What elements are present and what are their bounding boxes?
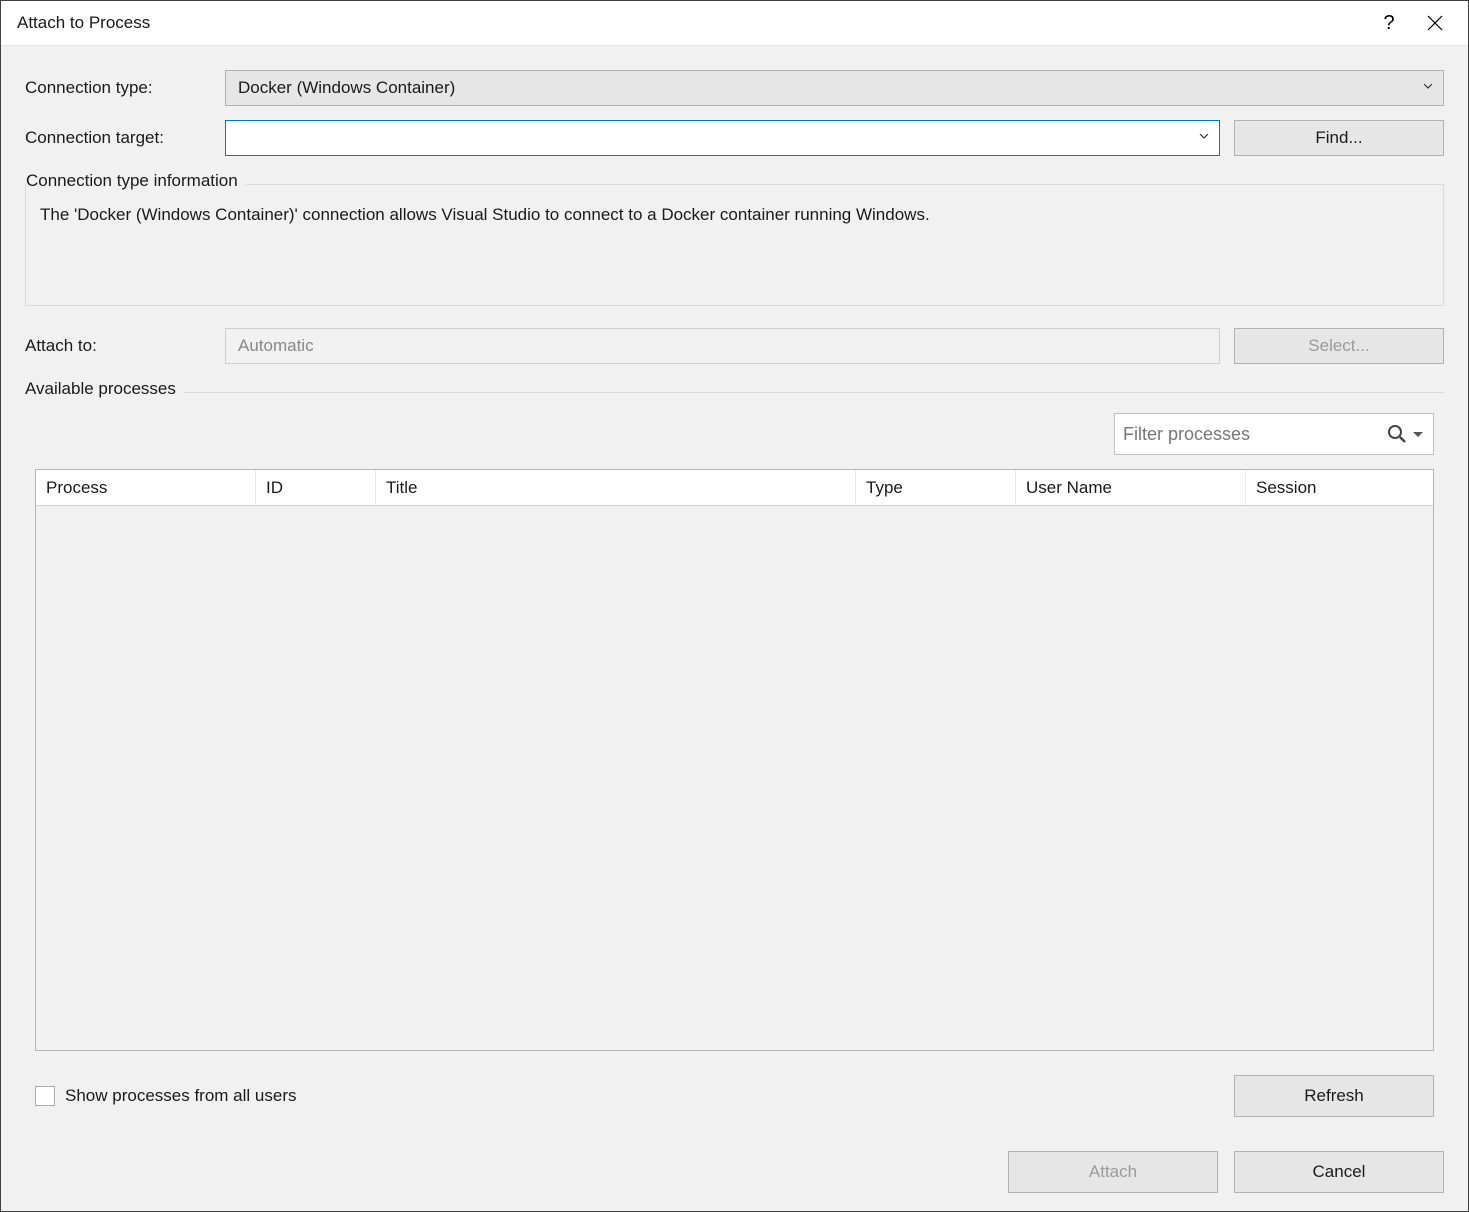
refresh-button[interactable]: Refresh	[1234, 1075, 1434, 1117]
attach-to-label: Attach to:	[25, 336, 225, 356]
column-title[interactable]: Title	[376, 470, 856, 505]
connection-type-row: Connection type: Docker (Windows Contain…	[25, 70, 1444, 106]
select-button: Select...	[1234, 328, 1444, 364]
show-all-users-checkbox-wrap[interactable]: Show processes from all users	[35, 1086, 296, 1106]
table-header: Process ID Title Type User Name Session	[36, 470, 1433, 506]
connection-target-input[interactable]	[225, 120, 1220, 156]
connection-type-info-text: The 'Docker (Windows Container)' connect…	[40, 197, 1429, 287]
connection-type-info-title: Connection type information	[26, 171, 246, 191]
close-button[interactable]	[1412, 5, 1458, 41]
chevron-down-icon	[1413, 432, 1423, 437]
cancel-button[interactable]: Cancel	[1234, 1151, 1444, 1193]
show-all-users-checkbox[interactable]	[35, 1086, 55, 1106]
column-process[interactable]: Process	[36, 470, 256, 505]
column-session[interactable]: Session	[1246, 470, 1433, 505]
column-user-name[interactable]: User Name	[1016, 470, 1246, 505]
column-id[interactable]: ID	[256, 470, 376, 505]
column-type[interactable]: Type	[856, 470, 1016, 505]
close-icon	[1427, 15, 1443, 31]
connection-type-select-wrap: Docker (Windows Container)	[225, 70, 1444, 106]
help-button[interactable]: ?	[1366, 5, 1412, 41]
attach-to-process-dialog: Attach to Process ? Connection type: Doc…	[0, 0, 1469, 1212]
show-all-users-label: Show processes from all users	[65, 1086, 296, 1106]
filter-box	[1114, 413, 1434, 455]
processes-table[interactable]: Process ID Title Type User Name Session	[35, 469, 1434, 1051]
footer-row: Attach Cancel	[25, 1151, 1444, 1193]
connection-target-row: Connection target: Find...	[25, 120, 1444, 156]
available-bottom-row: Show processes from all users Refresh	[25, 1075, 1444, 1127]
attach-button: Attach	[1008, 1151, 1218, 1193]
connection-type-info-group: Connection type information The 'Docker …	[25, 184, 1444, 306]
connection-target-label: Connection target:	[25, 128, 225, 148]
table-body	[36, 506, 1433, 1050]
connection-type-label: Connection type:	[25, 78, 225, 98]
filter-processes-input[interactable]	[1123, 424, 1385, 445]
available-processes-group: Available processes Process ID Title Typ…	[25, 392, 1444, 1127]
filter-row	[25, 413, 1444, 455]
connection-type-select[interactable]: Docker (Windows Container)	[225, 70, 1444, 106]
help-icon: ?	[1383, 12, 1394, 35]
window-title: Attach to Process	[17, 13, 1366, 33]
connection-target-combo	[225, 120, 1220, 156]
search-icon	[1387, 424, 1407, 444]
dialog-content: Connection type: Docker (Windows Contain…	[1, 45, 1468, 1211]
attach-to-input	[225, 328, 1220, 364]
filter-search-button[interactable]	[1385, 424, 1425, 444]
find-button[interactable]: Find...	[1234, 120, 1444, 156]
titlebar: Attach to Process ?	[1, 1, 1468, 45]
available-processes-title: Available processes	[25, 379, 184, 399]
attach-to-row: Attach to: Select...	[25, 328, 1444, 364]
